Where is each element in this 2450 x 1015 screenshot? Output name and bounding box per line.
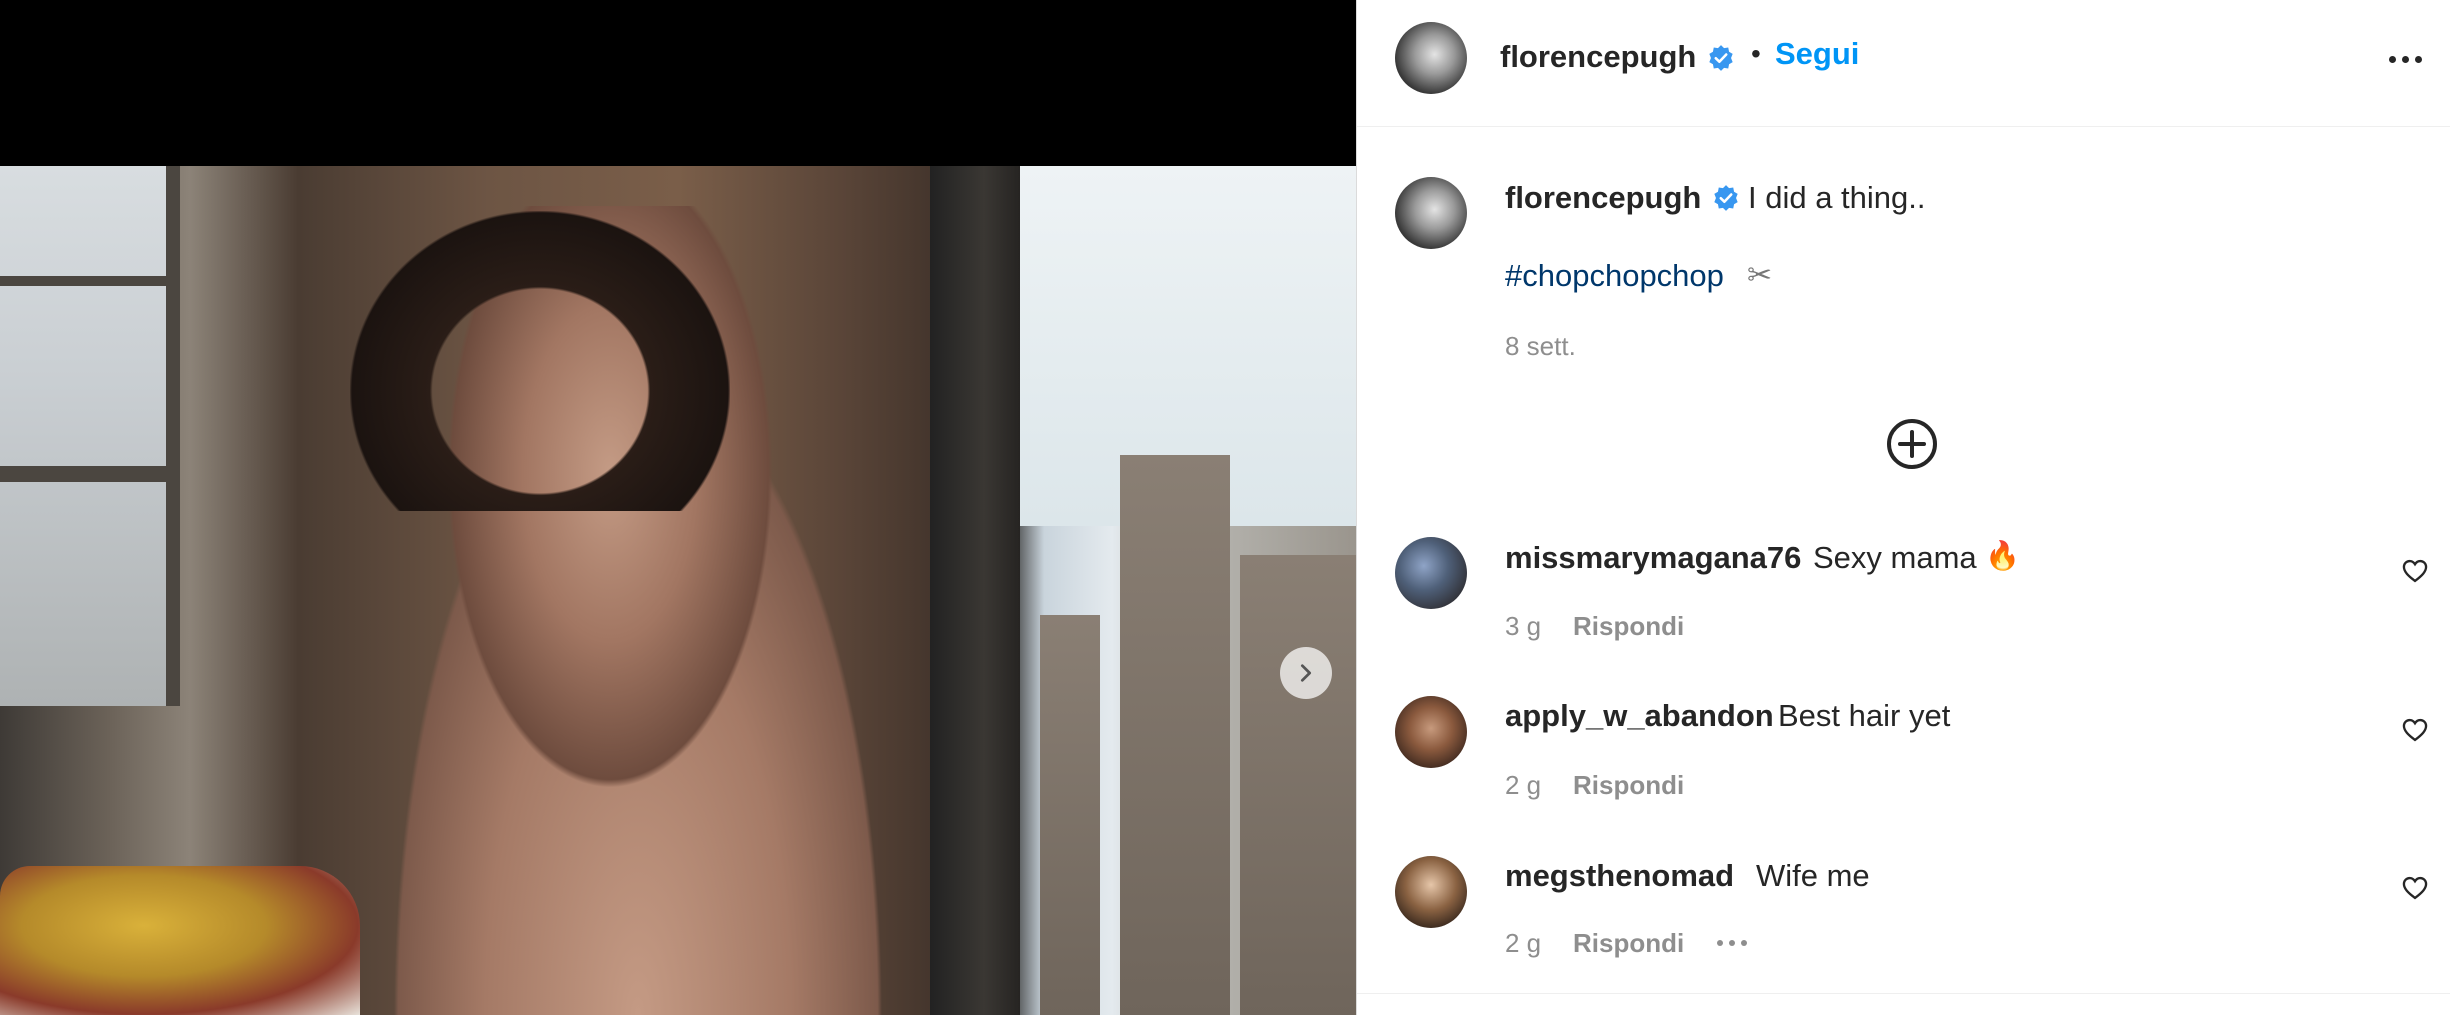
commenter-username[interactable]: megsthenomad (1505, 858, 1734, 894)
commenter-avatar[interactable] (1395, 856, 1467, 928)
fire-emoji: 🔥 (1985, 540, 2020, 571)
comment-options-button[interactable] (1717, 933, 1747, 953)
heart-icon[interactable] (2401, 557, 2429, 585)
more-options-icon (2388, 55, 2396, 63)
commenter-avatar[interactable] (1395, 537, 1467, 609)
caption-text: I did a thing.. (1748, 180, 1926, 215)
more-options-button[interactable] (2377, 44, 2433, 74)
reply-button[interactable]: Rispondi (1573, 611, 1684, 642)
verified-badge-icon (1709, 45, 1733, 71)
next-media-button[interactable] (1280, 647, 1332, 699)
heart-icon[interactable] (2401, 874, 2429, 902)
chevron-right-icon (1300, 664, 1312, 682)
comment-age[interactable]: 2 g (1505, 928, 1541, 959)
comment-text: Sexy mama (1813, 540, 1977, 575)
post-side-panel: florencepugh • Segui florencepugh I did … (1356, 0, 2450, 1015)
post-media (0, 0, 1356, 1015)
commenter-username[interactable]: missmarymagana76 (1505, 540, 1801, 576)
author-avatar[interactable] (1395, 22, 1467, 94)
caption-timestamp[interactable]: 8 sett. (1505, 331, 1576, 362)
header-separator: • (1751, 38, 1761, 69)
comment-age[interactable]: 3 g (1505, 611, 1541, 642)
post-photo (0, 166, 1356, 1015)
comment-text: Wife me (1756, 858, 1870, 893)
commenter-username[interactable]: apply_w_abandon (1505, 698, 1774, 734)
post-dialog: florencepugh • Segui florencepugh I did … (0, 0, 2450, 1015)
divider (1357, 993, 2450, 994)
comment-age[interactable]: 2 g (1505, 770, 1541, 801)
reply-button[interactable]: Rispondi (1573, 770, 1684, 801)
heart-icon[interactable] (2401, 716, 2429, 744)
author-username[interactable]: florencepugh (1500, 39, 1696, 75)
commenter-avatar[interactable] (1395, 696, 1467, 768)
reply-button[interactable]: Rispondi (1573, 928, 1684, 959)
more-options-icon (1717, 940, 1723, 946)
scissors-icon: ✂ (1747, 259, 1773, 292)
caption-avatar[interactable] (1395, 177, 1467, 249)
hashtag-link[interactable]: #chopchopchop (1505, 258, 1724, 294)
follow-button[interactable]: Segui (1775, 36, 1859, 72)
verified-badge-icon (1714, 185, 1738, 211)
post-header: florencepugh • Segui (1357, 0, 2450, 127)
caption-username[interactable]: florencepugh (1505, 180, 1701, 216)
comment-text: Best hair yet (1778, 698, 1951, 733)
plus-circle-icon[interactable] (1884, 416, 1940, 472)
